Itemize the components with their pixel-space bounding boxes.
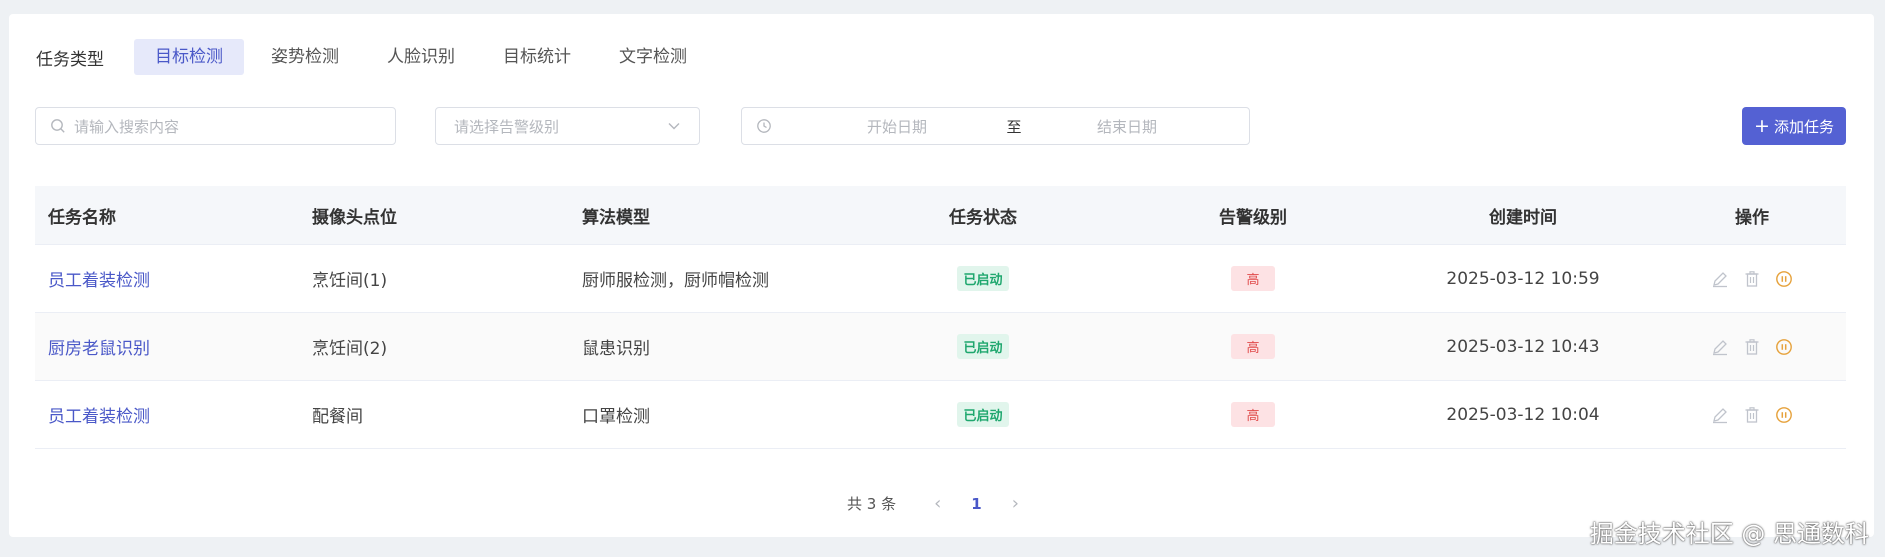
camera-cell: 配餐间 xyxy=(312,407,363,427)
task-name-link[interactable]: 员工着装检测 xyxy=(48,271,150,291)
table-row: 厨房老鼠识别 烹饪间(2) 鼠患识别 已启动 高 2025-03-12 10:4… xyxy=(35,313,1846,381)
tab-pose-detection[interactable]: 姿势检测 xyxy=(250,39,360,75)
add-task-button[interactable]: + 添加任务 xyxy=(1742,107,1846,145)
task-name-link[interactable]: 员工着装检测 xyxy=(48,407,150,427)
model-cell: 口罩检测 xyxy=(582,407,650,427)
search-input[interactable]: 请输入搜索内容 xyxy=(35,107,396,145)
chevron-down-icon xyxy=(668,123,680,130)
header-camera: 摄像头点位 xyxy=(312,207,397,228)
model-cell: 厨师服检测，厨师帽检测 xyxy=(582,271,769,291)
pagination: 共 3 条 ‹ 1 › xyxy=(847,493,1037,514)
model-cell: 鼠患识别 xyxy=(582,339,650,359)
date-range-picker[interactable]: 开始日期 至 结束日期 xyxy=(741,107,1250,145)
watermark: 掘金技术社区 @ 思通数科 xyxy=(1589,520,1869,548)
delete-icon[interactable] xyxy=(1743,270,1761,288)
tab-object-counting[interactable]: 目标统计 xyxy=(482,39,592,75)
tab-text-detection[interactable]: 文字检测 xyxy=(598,39,708,75)
header-alert-level: 告警级别 xyxy=(1219,207,1287,228)
table-header: 任务名称 摄像头点位 算法模型 任务状态 告警级别 创建时间 操作 xyxy=(35,186,1846,245)
start-date-input[interactable]: 开始日期 xyxy=(822,116,972,137)
row-actions xyxy=(1658,406,1846,424)
tab-object-detection[interactable]: 目标检测 xyxy=(134,39,244,75)
total-count: 共 3 条 xyxy=(847,495,897,513)
pause-icon[interactable] xyxy=(1775,270,1793,288)
task-panel: 任务类型 目标检测 姿势检测 人脸识别 目标统计 文字检测 请输入搜索内容 请选… xyxy=(9,14,1874,537)
alert-level-select[interactable]: 请选择告警级别 xyxy=(435,107,700,145)
edit-icon[interactable] xyxy=(1711,406,1729,424)
task-table: 任务名称 摄像头点位 算法模型 任务状态 告警级别 创建时间 操作 员工着装检测… xyxy=(35,186,1846,449)
pause-icon[interactable] xyxy=(1775,338,1793,356)
camera-cell: 烹饪间(1) xyxy=(312,271,388,291)
header-created-time: 创建时间 xyxy=(1489,207,1557,228)
next-page-icon[interactable]: › xyxy=(1012,493,1019,514)
header-actions: 操作 xyxy=(1735,207,1769,228)
date-range-separator: 至 xyxy=(1006,117,1022,136)
row-actions xyxy=(1658,338,1846,356)
header-model: 算法模型 xyxy=(582,207,650,228)
table-row: 员工着装检测 烹饪间(1) 厨师服检测，厨师帽检测 已启动 高 2025-03-… xyxy=(35,245,1846,313)
add-task-label: 添加任务 xyxy=(1773,117,1834,136)
prev-page-icon[interactable]: ‹ xyxy=(934,493,941,514)
created-time-cell: 2025-03-12 10:04 xyxy=(1446,404,1600,425)
alert-level-badge: 高 xyxy=(1231,402,1275,427)
row-actions xyxy=(1658,270,1846,288)
plus-icon: + xyxy=(1754,114,1770,137)
alert-level-badge: 高 xyxy=(1231,334,1275,359)
delete-icon[interactable] xyxy=(1743,338,1761,356)
end-date-input[interactable]: 结束日期 xyxy=(1052,116,1202,137)
status-badge: 已启动 xyxy=(957,334,1009,359)
created-time-cell: 2025-03-12 10:59 xyxy=(1446,268,1600,289)
page-number[interactable]: 1 xyxy=(971,495,981,513)
tab-face-recognition[interactable]: 人脸识别 xyxy=(366,39,476,75)
search-placeholder: 请输入搜索内容 xyxy=(74,117,180,136)
table-row: 员工着装检测 配餐间 口罩检测 已启动 高 2025-03-12 10:04 xyxy=(35,381,1846,449)
created-time-cell: 2025-03-12 10:43 xyxy=(1446,336,1600,357)
alert-level-badge: 高 xyxy=(1231,266,1275,291)
task-type-filter: 任务类型 目标检测 姿势检测 人脸识别 目标统计 文字检测 xyxy=(36,39,714,75)
header-status: 任务状态 xyxy=(949,207,1017,228)
header-task-name: 任务名称 xyxy=(48,207,116,228)
status-badge: 已启动 xyxy=(957,402,1009,427)
edit-icon[interactable] xyxy=(1711,270,1729,288)
task-type-label: 任务类型 xyxy=(36,49,104,70)
delete-icon[interactable] xyxy=(1743,406,1761,424)
status-badge: 已启动 xyxy=(957,266,1009,291)
edit-icon[interactable] xyxy=(1711,338,1729,356)
camera-cell: 烹饪间(2) xyxy=(312,339,388,359)
task-name-link[interactable]: 厨房老鼠识别 xyxy=(48,339,150,359)
clock-icon xyxy=(757,119,771,133)
search-icon xyxy=(51,119,65,133)
alert-level-placeholder: 请选择告警级别 xyxy=(454,117,560,136)
pause-icon[interactable] xyxy=(1775,406,1793,424)
